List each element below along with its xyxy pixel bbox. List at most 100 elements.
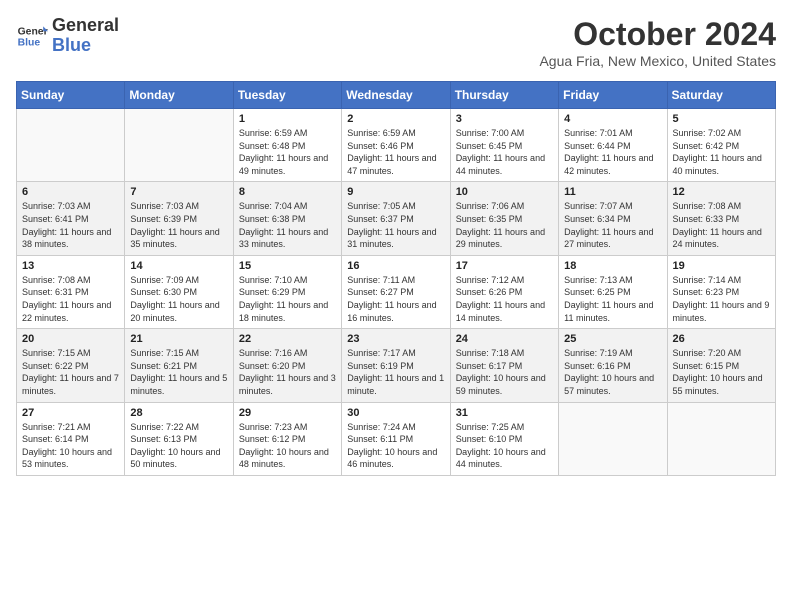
weekday-header-sunday: Sunday bbox=[17, 82, 125, 109]
day-info: Sunrise: 7:00 AM Sunset: 6:45 PM Dayligh… bbox=[456, 127, 553, 177]
day-number: 9 bbox=[347, 186, 444, 198]
day-number: 14 bbox=[130, 260, 227, 272]
calendar-cell: 26Sunrise: 7:20 AM Sunset: 6:15 PM Dayli… bbox=[667, 329, 775, 402]
day-info: Sunrise: 7:10 AM Sunset: 6:29 PM Dayligh… bbox=[239, 274, 336, 324]
calendar-cell: 10 Sunrise: 7:06 AM Sunset: 6:35 PM Dayli… bbox=[450, 182, 558, 255]
logo: General Blue General Blue bbox=[16, 16, 119, 56]
calendar-cell: 8 Sunrise: 7:04 AM Sunset: 6:38 PM Daylig… bbox=[233, 182, 341, 255]
day-number: 21 bbox=[130, 333, 227, 345]
day-info: Sunrise: 7:15 AM Sunset: 6:22 PM Dayligh… bbox=[22, 347, 119, 397]
day-info: Sunrise: 7:18 AM Sunset: 6:17 PM Dayligh… bbox=[456, 347, 553, 397]
title-block: October 2024 Agua Fria, New Mexico, Unit… bbox=[539, 16, 776, 69]
calendar-cell: 18Sunrise: 7:13 AM Sunset: 6:25 PM Dayli… bbox=[559, 255, 667, 328]
logo-text: General Blue bbox=[52, 16, 119, 56]
page-header: General Blue General Blue October 2024 A… bbox=[16, 16, 776, 69]
week-row-4: 20 Sunrise: 7:15 AM Sunset: 6:22 PM Dayli… bbox=[17, 329, 776, 402]
day-number: 3 bbox=[456, 113, 553, 125]
day-number: 6 bbox=[22, 186, 119, 198]
day-info: Sunrise: 7:07 AM Sunset: 6:34 PM Dayligh… bbox=[564, 200, 661, 250]
calendar-cell: 14 Sunrise: 7:09 AM Sunset: 6:30 PM Dayli… bbox=[125, 255, 233, 328]
day-number: 16 bbox=[347, 260, 444, 272]
day-number: 27 bbox=[22, 407, 119, 419]
day-number: 5 bbox=[673, 113, 770, 125]
calendar-cell: 31Sunrise: 7:25 AM Sunset: 6:10 PM Dayli… bbox=[450, 402, 558, 475]
calendar-cell: 24 Sunrise: 7:18 AM Sunset: 6:17 PM Dayli… bbox=[450, 329, 558, 402]
day-number: 10 bbox=[456, 186, 553, 198]
location: Agua Fria, New Mexico, United States bbox=[539, 53, 776, 69]
day-number: 2 bbox=[347, 113, 444, 125]
day-info: Sunrise: 7:24 AM Sunset: 6:11 PM Dayligh… bbox=[347, 421, 444, 471]
day-number: 4 bbox=[564, 113, 661, 125]
day-info: Sunrise: 7:09 AM Sunset: 6:30 PM Dayligh… bbox=[130, 274, 227, 324]
day-info: Sunrise: 7:08 AM Sunset: 6:33 PM Dayligh… bbox=[673, 200, 770, 250]
calendar-cell: 25 Sunrise: 7:19 AM Sunset: 6:16 PM Dayli… bbox=[559, 329, 667, 402]
day-number: 19 bbox=[673, 260, 770, 272]
day-info: Sunrise: 7:14 AM Sunset: 6:23 PM Dayligh… bbox=[673, 274, 770, 324]
calendar-cell: 29 Sunrise: 7:23 AM Sunset: 6:12 PM Dayli… bbox=[233, 402, 341, 475]
calendar-cell: 15Sunrise: 7:10 AM Sunset: 6:29 PM Dayli… bbox=[233, 255, 341, 328]
day-number: 20 bbox=[22, 333, 119, 345]
day-number: 30 bbox=[347, 407, 444, 419]
calendar-cell bbox=[559, 402, 667, 475]
day-info: Sunrise: 7:19 AM Sunset: 6:16 PM Dayligh… bbox=[564, 347, 661, 397]
day-info: Sunrise: 7:15 AM Sunset: 6:21 PM Dayligh… bbox=[130, 347, 227, 397]
day-number: 22 bbox=[239, 333, 336, 345]
day-info: Sunrise: 7:23 AM Sunset: 6:12 PM Dayligh… bbox=[239, 421, 336, 471]
calendar-cell bbox=[667, 402, 775, 475]
day-number: 13 bbox=[22, 260, 119, 272]
day-info: Sunrise: 6:59 AM Sunset: 6:48 PM Dayligh… bbox=[239, 127, 336, 177]
day-number: 11 bbox=[564, 186, 661, 198]
day-info: Sunrise: 7:16 AM Sunset: 6:20 PM Dayligh… bbox=[239, 347, 336, 397]
week-row-3: 13Sunrise: 7:08 AM Sunset: 6:31 PM Dayli… bbox=[17, 255, 776, 328]
day-number: 17 bbox=[456, 260, 553, 272]
calendar-cell: 2 Sunrise: 6:59 AM Sunset: 6:46 PM Daylig… bbox=[342, 109, 450, 182]
day-number: 25 bbox=[564, 333, 661, 345]
day-number: 31 bbox=[456, 407, 553, 419]
weekday-header-tuesday: Tuesday bbox=[233, 82, 341, 109]
calendar-cell: 9 Sunrise: 7:05 AM Sunset: 6:37 PM Daylig… bbox=[342, 182, 450, 255]
calendar-cell: 3 Sunrise: 7:00 AM Sunset: 6:45 PM Daylig… bbox=[450, 109, 558, 182]
week-row-2: 6Sunrise: 7:03 AM Sunset: 6:41 PM Daylig… bbox=[17, 182, 776, 255]
calendar-cell: 22 Sunrise: 7:16 AM Sunset: 6:20 PM Dayli… bbox=[233, 329, 341, 402]
day-number: 28 bbox=[130, 407, 227, 419]
calendar-cell: 7Sunrise: 7:03 AM Sunset: 6:39 PM Daylig… bbox=[125, 182, 233, 255]
week-row-5: 27Sunrise: 7:21 AM Sunset: 6:14 PM Dayli… bbox=[17, 402, 776, 475]
calendar-cell: 27Sunrise: 7:21 AM Sunset: 6:14 PM Dayli… bbox=[17, 402, 125, 475]
calendar-cell: 1Sunrise: 6:59 AM Sunset: 6:48 PM Daylig… bbox=[233, 109, 341, 182]
week-row-1: 1Sunrise: 6:59 AM Sunset: 6:48 PM Daylig… bbox=[17, 109, 776, 182]
day-info: Sunrise: 7:06 AM Sunset: 6:35 PM Dayligh… bbox=[456, 200, 553, 250]
day-number: 29 bbox=[239, 407, 336, 419]
day-number: 23 bbox=[347, 333, 444, 345]
weekday-header-row: SundayMondayTuesdayWednesdayThursdayFrid… bbox=[17, 82, 776, 109]
calendar-cell: 16 Sunrise: 7:11 AM Sunset: 6:27 PM Dayli… bbox=[342, 255, 450, 328]
calendar-cell: 12 Sunrise: 7:08 AM Sunset: 6:33 PM Dayli… bbox=[667, 182, 775, 255]
weekday-header-monday: Monday bbox=[125, 82, 233, 109]
svg-text:Blue: Blue bbox=[18, 37, 41, 48]
calendar-cell: 21 Sunrise: 7:15 AM Sunset: 6:21 PM Dayli… bbox=[125, 329, 233, 402]
day-number: 12 bbox=[673, 186, 770, 198]
calendar-cell: 13Sunrise: 7:08 AM Sunset: 6:31 PM Dayli… bbox=[17, 255, 125, 328]
day-info: Sunrise: 7:05 AM Sunset: 6:37 PM Dayligh… bbox=[347, 200, 444, 250]
day-info: Sunrise: 7:11 AM Sunset: 6:27 PM Dayligh… bbox=[347, 274, 444, 324]
day-number: 24 bbox=[456, 333, 553, 345]
calendar-cell: 19 Sunrise: 7:14 AM Sunset: 6:23 PM Dayli… bbox=[667, 255, 775, 328]
calendar-table: SundayMondayTuesdayWednesdayThursdayFrid… bbox=[16, 81, 776, 476]
calendar-cell: 28Sunrise: 7:22 AM Sunset: 6:13 PM Dayli… bbox=[125, 402, 233, 475]
logo-icon: General Blue bbox=[16, 20, 48, 52]
weekday-header-saturday: Saturday bbox=[667, 82, 775, 109]
calendar-cell: 20 Sunrise: 7:15 AM Sunset: 6:22 PM Dayli… bbox=[17, 329, 125, 402]
day-info: Sunrise: 6:59 AM Sunset: 6:46 PM Dayligh… bbox=[347, 127, 444, 177]
weekday-header-wednesday: Wednesday bbox=[342, 82, 450, 109]
calendar-cell: 23 Sunrise: 7:17 AM Sunset: 6:19 PM Dayli… bbox=[342, 329, 450, 402]
day-number: 8 bbox=[239, 186, 336, 198]
month-title: October 2024 bbox=[539, 16, 776, 53]
day-info: Sunrise: 7:17 AM Sunset: 6:19 PM Dayligh… bbox=[347, 347, 444, 397]
day-info: Sunrise: 7:13 AM Sunset: 6:25 PM Dayligh… bbox=[564, 274, 661, 324]
calendar-cell: 11 Sunrise: 7:07 AM Sunset: 6:34 PM Dayli… bbox=[559, 182, 667, 255]
calendar-cell bbox=[125, 109, 233, 182]
day-info: Sunrise: 7:04 AM Sunset: 6:38 PM Dayligh… bbox=[239, 200, 336, 250]
day-info: Sunrise: 7:03 AM Sunset: 6:39 PM Dayligh… bbox=[130, 200, 227, 250]
logo-line2: Blue bbox=[52, 36, 119, 56]
day-info: Sunrise: 7:20 AM Sunset: 6:15 PM Dayligh… bbox=[673, 347, 770, 397]
calendar-cell bbox=[17, 109, 125, 182]
